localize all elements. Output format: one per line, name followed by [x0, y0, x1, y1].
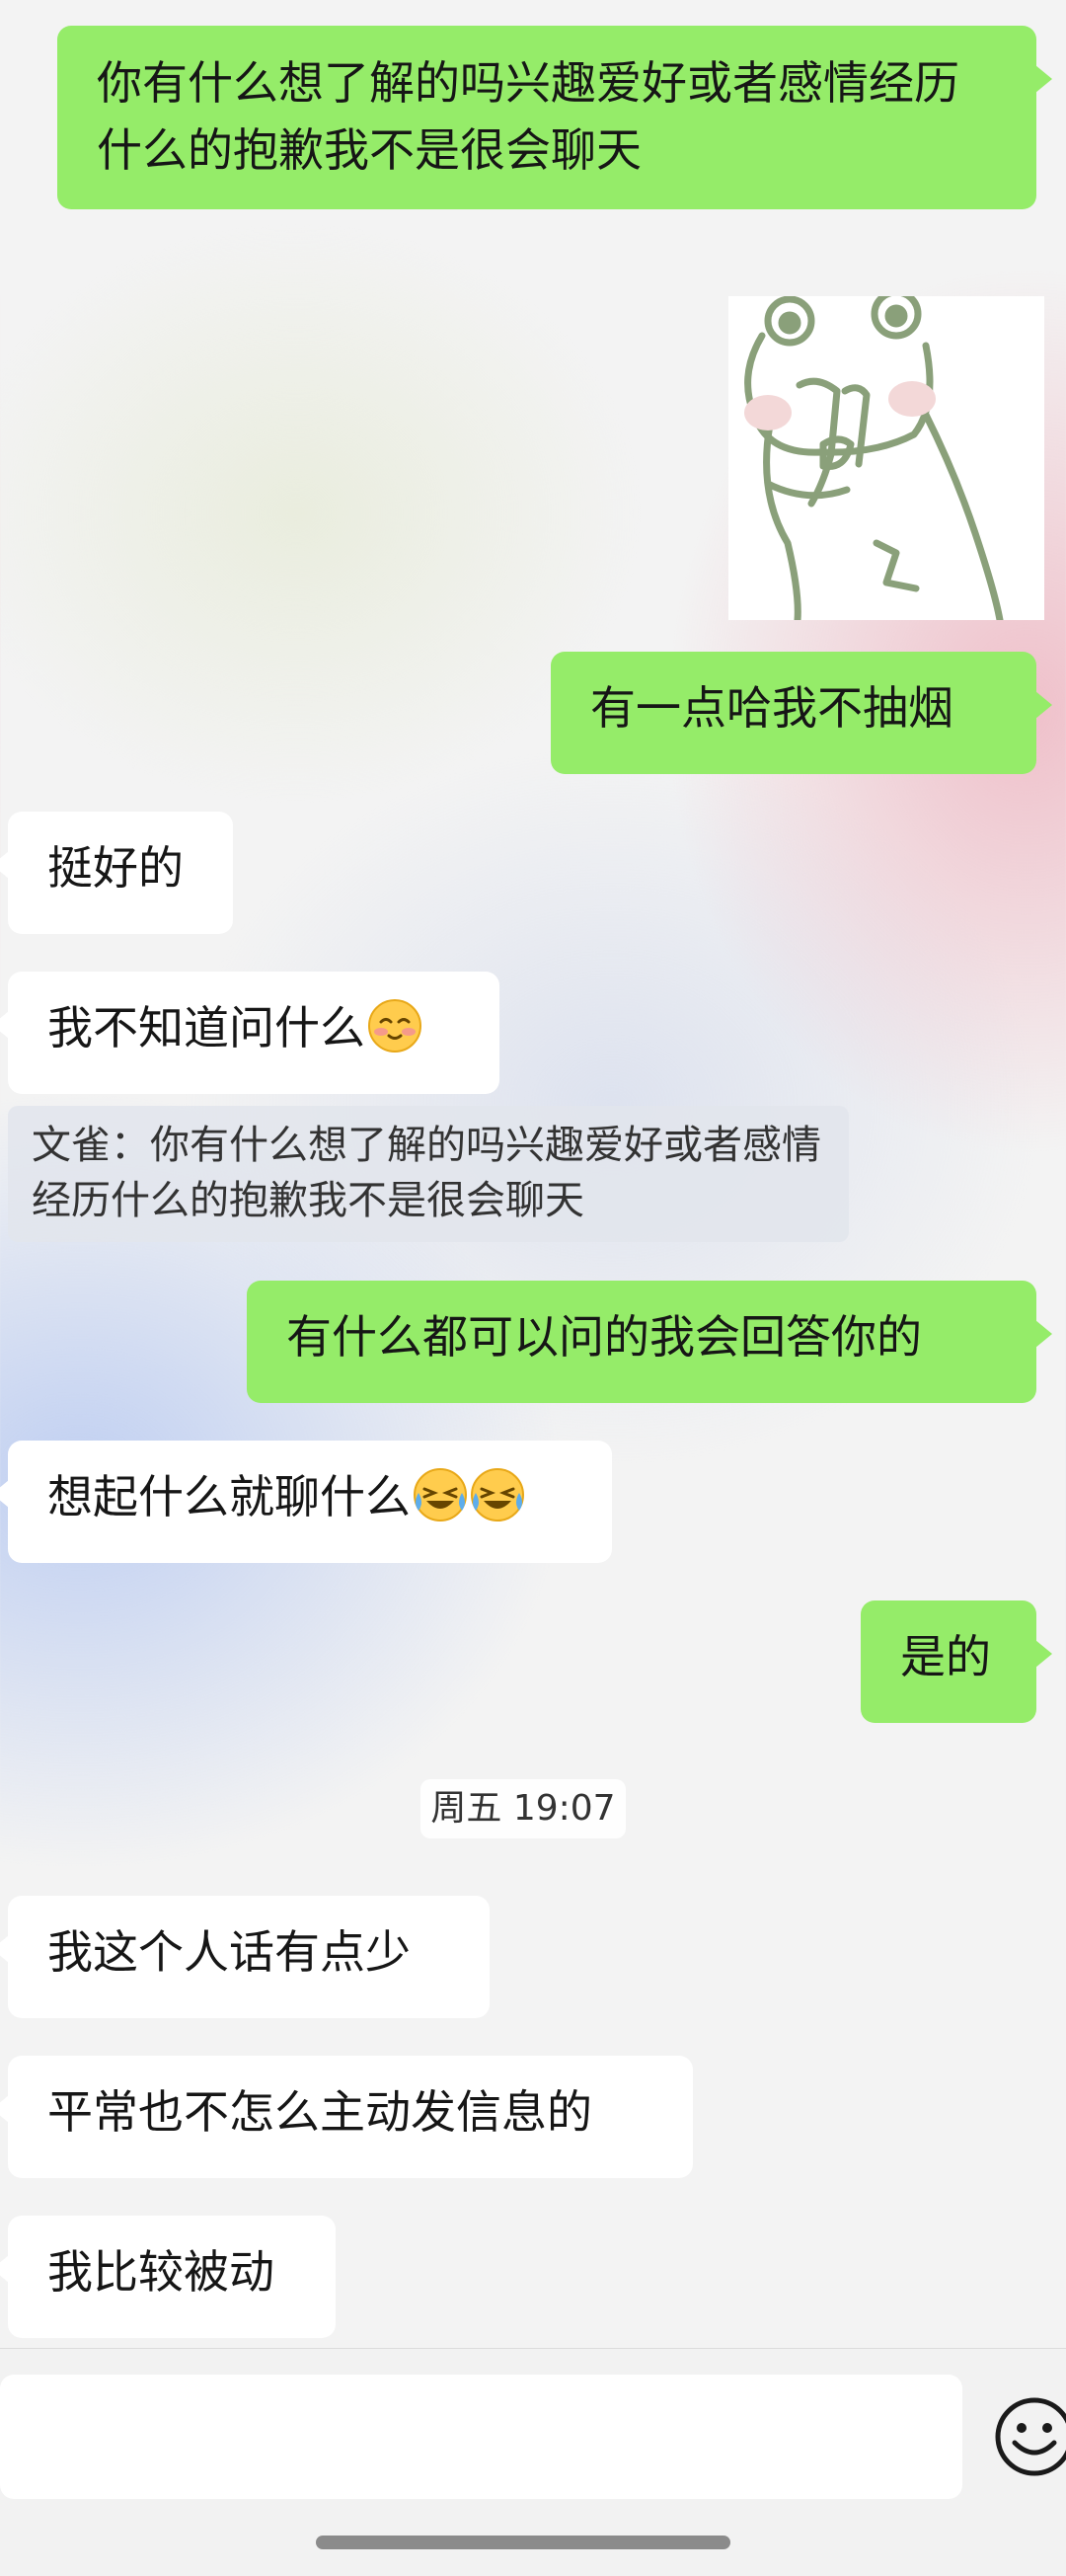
crying-laughing-face-icon: [471, 1468, 524, 1522]
message-text: 我比较被动: [47, 2245, 274, 2299]
message-text: 是的: [900, 1630, 991, 1683]
message-input[interactable]: [0, 2375, 962, 2499]
timestamp-badge: 周五 19:07: [420, 1779, 626, 1838]
message-text: 我这个人话有点少: [47, 1925, 411, 1979]
message-text: 有什么都可以问的我会回答你的: [286, 1310, 922, 1364]
message-bubble-outgoing[interactable]: 有什么都可以问的我会回答你的: [247, 1281, 1052, 1403]
message-bubble-incoming[interactable]: 平常也不怎么主动发信息的: [0, 2056, 693, 2178]
message-bubble-outgoing[interactable]: 你有什么想了解的吗兴趣爱好或者感情经历什么的抱歉我不是很会聊天: [57, 26, 1052, 209]
message-text: 想起什么就聊什么: [47, 1470, 411, 1523]
emoji-button[interactable]: [993, 2395, 1066, 2478]
blushing-face-icon: [368, 999, 421, 1053]
message-text: 你有什么想了解的吗兴趣爱好或者感情经历什么的抱歉我不是很会聊天: [97, 56, 959, 177]
message-bubble-outgoing[interactable]: 有一点哈我不抽烟: [551, 652, 1052, 774]
emoji-smiley-icon: [995, 2397, 1066, 2476]
chat-area: 你有什么想了解的吗兴趣爱好或者感情经历什么的抱歉我不是很会聊天 有一点哈我不抽烟…: [0, 0, 1066, 2348]
quoted-message[interactable]: 文雀：你有什么想了解的吗兴趣爱好或者感情经历什么的抱歉我不是很会聊天: [8, 1106, 849, 1242]
message-bubble-incoming[interactable]: 挺好的: [0, 812, 233, 934]
message-bubble-outgoing[interactable]: 是的: [861, 1600, 1052, 1723]
crying-laughing-face-icon: [414, 1468, 467, 1522]
message-bubble-incoming[interactable]: 我不知道问什么: [0, 972, 499, 1094]
message-text: 平常也不怎么主动发信息的: [47, 2085, 592, 2139]
quoted-message-text: 文雀：你有什么想了解的吗兴趣爱好或者感情经历什么的抱歉我不是很会聊天: [32, 1123, 821, 1223]
message-bubble-incoming[interactable]: 想起什么就聊什么: [0, 1441, 612, 1563]
home-indicator: [316, 2536, 730, 2549]
message-bubble-incoming[interactable]: 我比较被动: [0, 2216, 336, 2338]
message-bubble-incoming[interactable]: 我这个人话有点少: [0, 1896, 490, 2018]
message-text: 挺好的: [47, 841, 184, 895]
frog-sticker-icon[interactable]: [728, 288, 1044, 624]
message-text: 我不知道问什么: [47, 1001, 365, 1054]
frog-sticker-icon-drawing: [744, 288, 1004, 624]
message-text: 有一点哈我不抽烟: [590, 681, 953, 735]
